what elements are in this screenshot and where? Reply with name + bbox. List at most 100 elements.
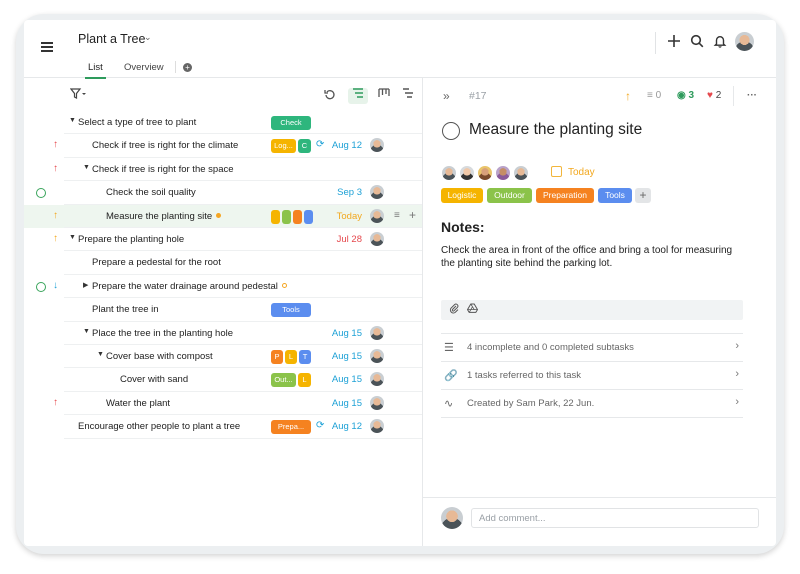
task-title[interactable]: Prepare the planting hole <box>78 234 184 245</box>
assignee-avatar[interactable] <box>370 232 384 246</box>
expand-triangle-icon[interactable]: ▶ <box>83 281 88 289</box>
meta-row[interactable]: ∿ Created by Sam Park, 22 Jun. › <box>441 389 743 417</box>
priority-icon[interactable]: ↑ <box>53 210 58 221</box>
tag-badge[interactable]: Logistic <box>441 188 483 203</box>
due-date[interactable]: Aug 15 <box>314 374 362 385</box>
collapse-triangle-icon[interactable]: ▼ <box>97 351 104 358</box>
task-title[interactable]: Check if tree is right for the climate <box>92 140 238 151</box>
assignee-avatar[interactable] <box>495 165 511 181</box>
assignee-avatar[interactable] <box>370 185 384 200</box>
assignee-avatar[interactable] <box>370 419 384 434</box>
due-date[interactable]: Today <box>314 211 362 222</box>
tag-badge[interactable]: Tools <box>271 303 311 318</box>
due-date[interactable]: Aug 15 <box>314 351 362 362</box>
collapse-triangle-icon[interactable]: ▼ <box>69 234 76 241</box>
tag-badge[interactable] <box>304 209 313 224</box>
assignee-avatar[interactable] <box>370 208 384 223</box>
add-subtask-icon[interactable]: + <box>409 208 416 222</box>
collapse-triangle-icon[interactable]: ▼ <box>83 164 90 171</box>
paperclip-icon[interactable] <box>449 303 459 317</box>
due-date[interactable]: Sep 3 <box>314 187 362 198</box>
tag-badge[interactable]: T <box>299 350 311 364</box>
task-title[interactable]: Prepare a pedestal for the root <box>92 257 221 268</box>
task-title[interactable]: Measure the planting site <box>469 121 642 139</box>
tag-badge[interactable]: Outdoor <box>487 188 532 203</box>
task-row[interactable]: ↓ ▶ Prepare the water drainage around pede… <box>24 275 422 299</box>
tag-badge[interactable]: P <box>271 350 283 364</box>
due-date[interactable]: Aug 15 <box>314 328 362 339</box>
due-date[interactable]: Aug 12 <box>314 421 362 432</box>
list-view-icon[interactable] <box>348 88 368 104</box>
likes-counter[interactable]: ♥ 2 <box>707 88 721 104</box>
add-view-icon[interactable]: + <box>183 63 192 72</box>
tag-badge[interactable]: Log... <box>271 139 296 154</box>
task-row[interactable]: ↑ Check if tree is right for the climate L… <box>24 134 422 158</box>
filter-icon[interactable] <box>67 88 89 104</box>
status-open-icon[interactable] <box>36 188 46 199</box>
assignee-avatar[interactable] <box>370 395 384 410</box>
task-row[interactable]: Encourage other people to plant a tree Pr… <box>24 415 422 439</box>
task-row[interactable]: ↑ Measure the planting site Today ≡ + <box>24 204 422 228</box>
task-row[interactable]: ↑ Water the plant Aug 15 <box>24 392 422 416</box>
due-date[interactable]: Jul 28 <box>314 234 362 245</box>
collapse-panel-icon[interactable]: » <box>443 88 450 104</box>
undo-icon[interactable] <box>322 88 338 104</box>
priority-icon[interactable]: ↑ <box>53 233 58 244</box>
tab-list[interactable]: List <box>85 62 106 79</box>
assignee-avatar[interactable] <box>370 372 384 387</box>
assignee-avatar[interactable] <box>441 165 457 181</box>
timeline-view-icon[interactable] <box>400 88 416 104</box>
google-drive-icon[interactable] <box>466 303 479 316</box>
priority-icon[interactable]: ↑ <box>53 397 58 408</box>
more-options-icon[interactable]: ··· <box>747 88 757 104</box>
priority-icon[interactable]: ↑ <box>53 163 58 174</box>
task-title[interactable]: Place the tree in the planting hole <box>92 328 233 339</box>
task-title[interactable]: Cover base with compost <box>106 351 213 362</box>
user-avatar[interactable] <box>735 32 754 51</box>
tab-overview[interactable]: Overview <box>124 62 164 73</box>
assignee-avatar[interactable] <box>513 165 529 181</box>
assignee-avatar[interactable] <box>370 325 384 340</box>
add-tag-icon[interactable]: + <box>635 188 651 203</box>
tag-badge[interactable]: Prepa... <box>271 420 311 435</box>
tag-badge[interactable]: Tools <box>598 188 632 203</box>
search-icon[interactable] <box>689 34 705 50</box>
collapse-triangle-icon[interactable]: ▼ <box>83 328 90 335</box>
task-row[interactable]: ▼ Select a type of tree to plant Check <box>24 111 422 135</box>
task-title[interactable]: Select a type of tree to plant <box>78 117 196 128</box>
tag-badge[interactable] <box>282 209 291 224</box>
status-open-icon[interactable] <box>36 281 46 292</box>
task-title[interactable]: Encourage other people to plant a tree <box>78 421 240 432</box>
priority-icon[interactable]: ↓ <box>53 280 58 291</box>
project-title[interactable]: Plant a Tree <box>78 32 145 46</box>
task-title[interactable]: Prepare the water drainage around pedest… <box>92 281 287 292</box>
comment-input[interactable] <box>471 508 759 528</box>
priority-up-icon[interactable]: ↑ <box>625 88 631 104</box>
complete-task-checkbox[interactable] <box>442 122 460 140</box>
task-row[interactable]: Check the soil quality Sep 3 <box>24 181 422 205</box>
board-view-icon[interactable] <box>376 88 392 104</box>
task-row[interactable]: ▼ Cover base with compost P L T Aug 15 <box>24 345 422 369</box>
task-row[interactable]: Cover with sand Out... L Aug 15 <box>24 368 422 392</box>
assignee-avatar[interactable] <box>370 138 384 153</box>
details-icon[interactable]: ≡ <box>394 210 400 221</box>
tag-badge[interactable] <box>271 209 280 224</box>
task-title[interactable]: Water the plant <box>106 398 170 409</box>
assignee-avatar[interactable] <box>370 349 384 363</box>
task-row[interactable]: ▼ Place the tree in the planting hole Aug … <box>24 322 422 345</box>
task-title[interactable]: Cover with sand <box>120 374 188 385</box>
tag-badge[interactable]: Out... <box>271 373 296 388</box>
due-date[interactable]: Aug 12 <box>314 140 362 151</box>
priority-icon[interactable]: ↑ <box>53 139 58 150</box>
watchers-counter[interactable]: ◉ 3 <box>677 88 694 104</box>
task-row[interactable]: ↑ ▼ Check if tree is right for the space <box>24 158 422 182</box>
notes-body[interactable]: Check the area in front of the office an… <box>441 244 741 270</box>
chevron-down-icon[interactable]: ⌄ <box>144 32 152 43</box>
tag-badge[interactable]: Check <box>271 116 311 130</box>
menu-icon[interactable] <box>41 42 53 52</box>
tag-badge[interactable]: C <box>298 139 311 154</box>
task-row[interactable]: ↑ ▼ Prepare the planting hole Jul 28 <box>24 228 422 252</box>
meta-row[interactable]: ☰ 4 incomplete and 0 completed subtasks › <box>441 333 743 361</box>
tag-badge[interactable] <box>293 209 302 224</box>
tag-badge[interactable]: L <box>298 373 311 388</box>
